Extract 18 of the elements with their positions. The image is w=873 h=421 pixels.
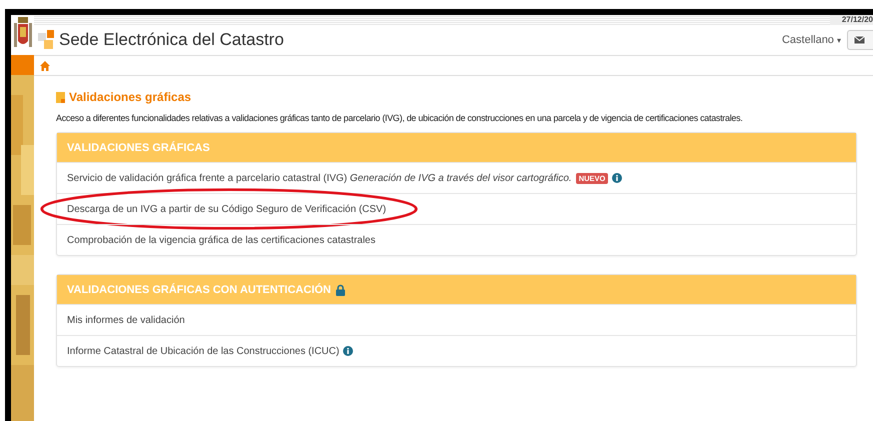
home-icon[interactable] xyxy=(40,60,50,70)
panel-title: VALIDACIONES GRÁFICAS xyxy=(67,142,210,154)
logo-icon xyxy=(38,30,54,50)
page-description: Acceso a diferentes funcionalidades relativas a validaciones gráficas tanto de parcelario (IVG), de ubicación de construcciones en una parcela y de vigencia de certificaciones catastrales. xyxy=(56,112,743,124)
page-title: Validaciones gráficas xyxy=(69,90,192,104)
site-title: Sede Electrónica del Catastro xyxy=(59,30,284,50)
service-link[interactable]: Informe Catastral de Ubicación de las Construcciones (ICUC) xyxy=(67,346,340,356)
service-link[interactable]: Servicio de validación gráfica frente a parcelario catastral (IVG) Generación de IVG a través del visor cartográfico. xyxy=(67,172,572,184)
mail-icon xyxy=(854,36,865,44)
info-icon[interactable] xyxy=(612,173,622,183)
panel-title: VALIDACIONES GRÁFICAS CON AUTENTICACIÓN xyxy=(67,284,331,296)
date-text: 27/12/20 xyxy=(830,15,873,25)
page-icon xyxy=(56,92,65,102)
service-link[interactable]: Mis informes de validación xyxy=(67,314,185,326)
service-link[interactable]: Comprobación de la vigencia gráfica de las certificaciones catastrales xyxy=(67,234,376,246)
contact-button[interactable] xyxy=(847,30,873,50)
language-dropdown[interactable]: Castellano ▾ xyxy=(782,34,841,46)
info-icon[interactable] xyxy=(343,346,354,356)
